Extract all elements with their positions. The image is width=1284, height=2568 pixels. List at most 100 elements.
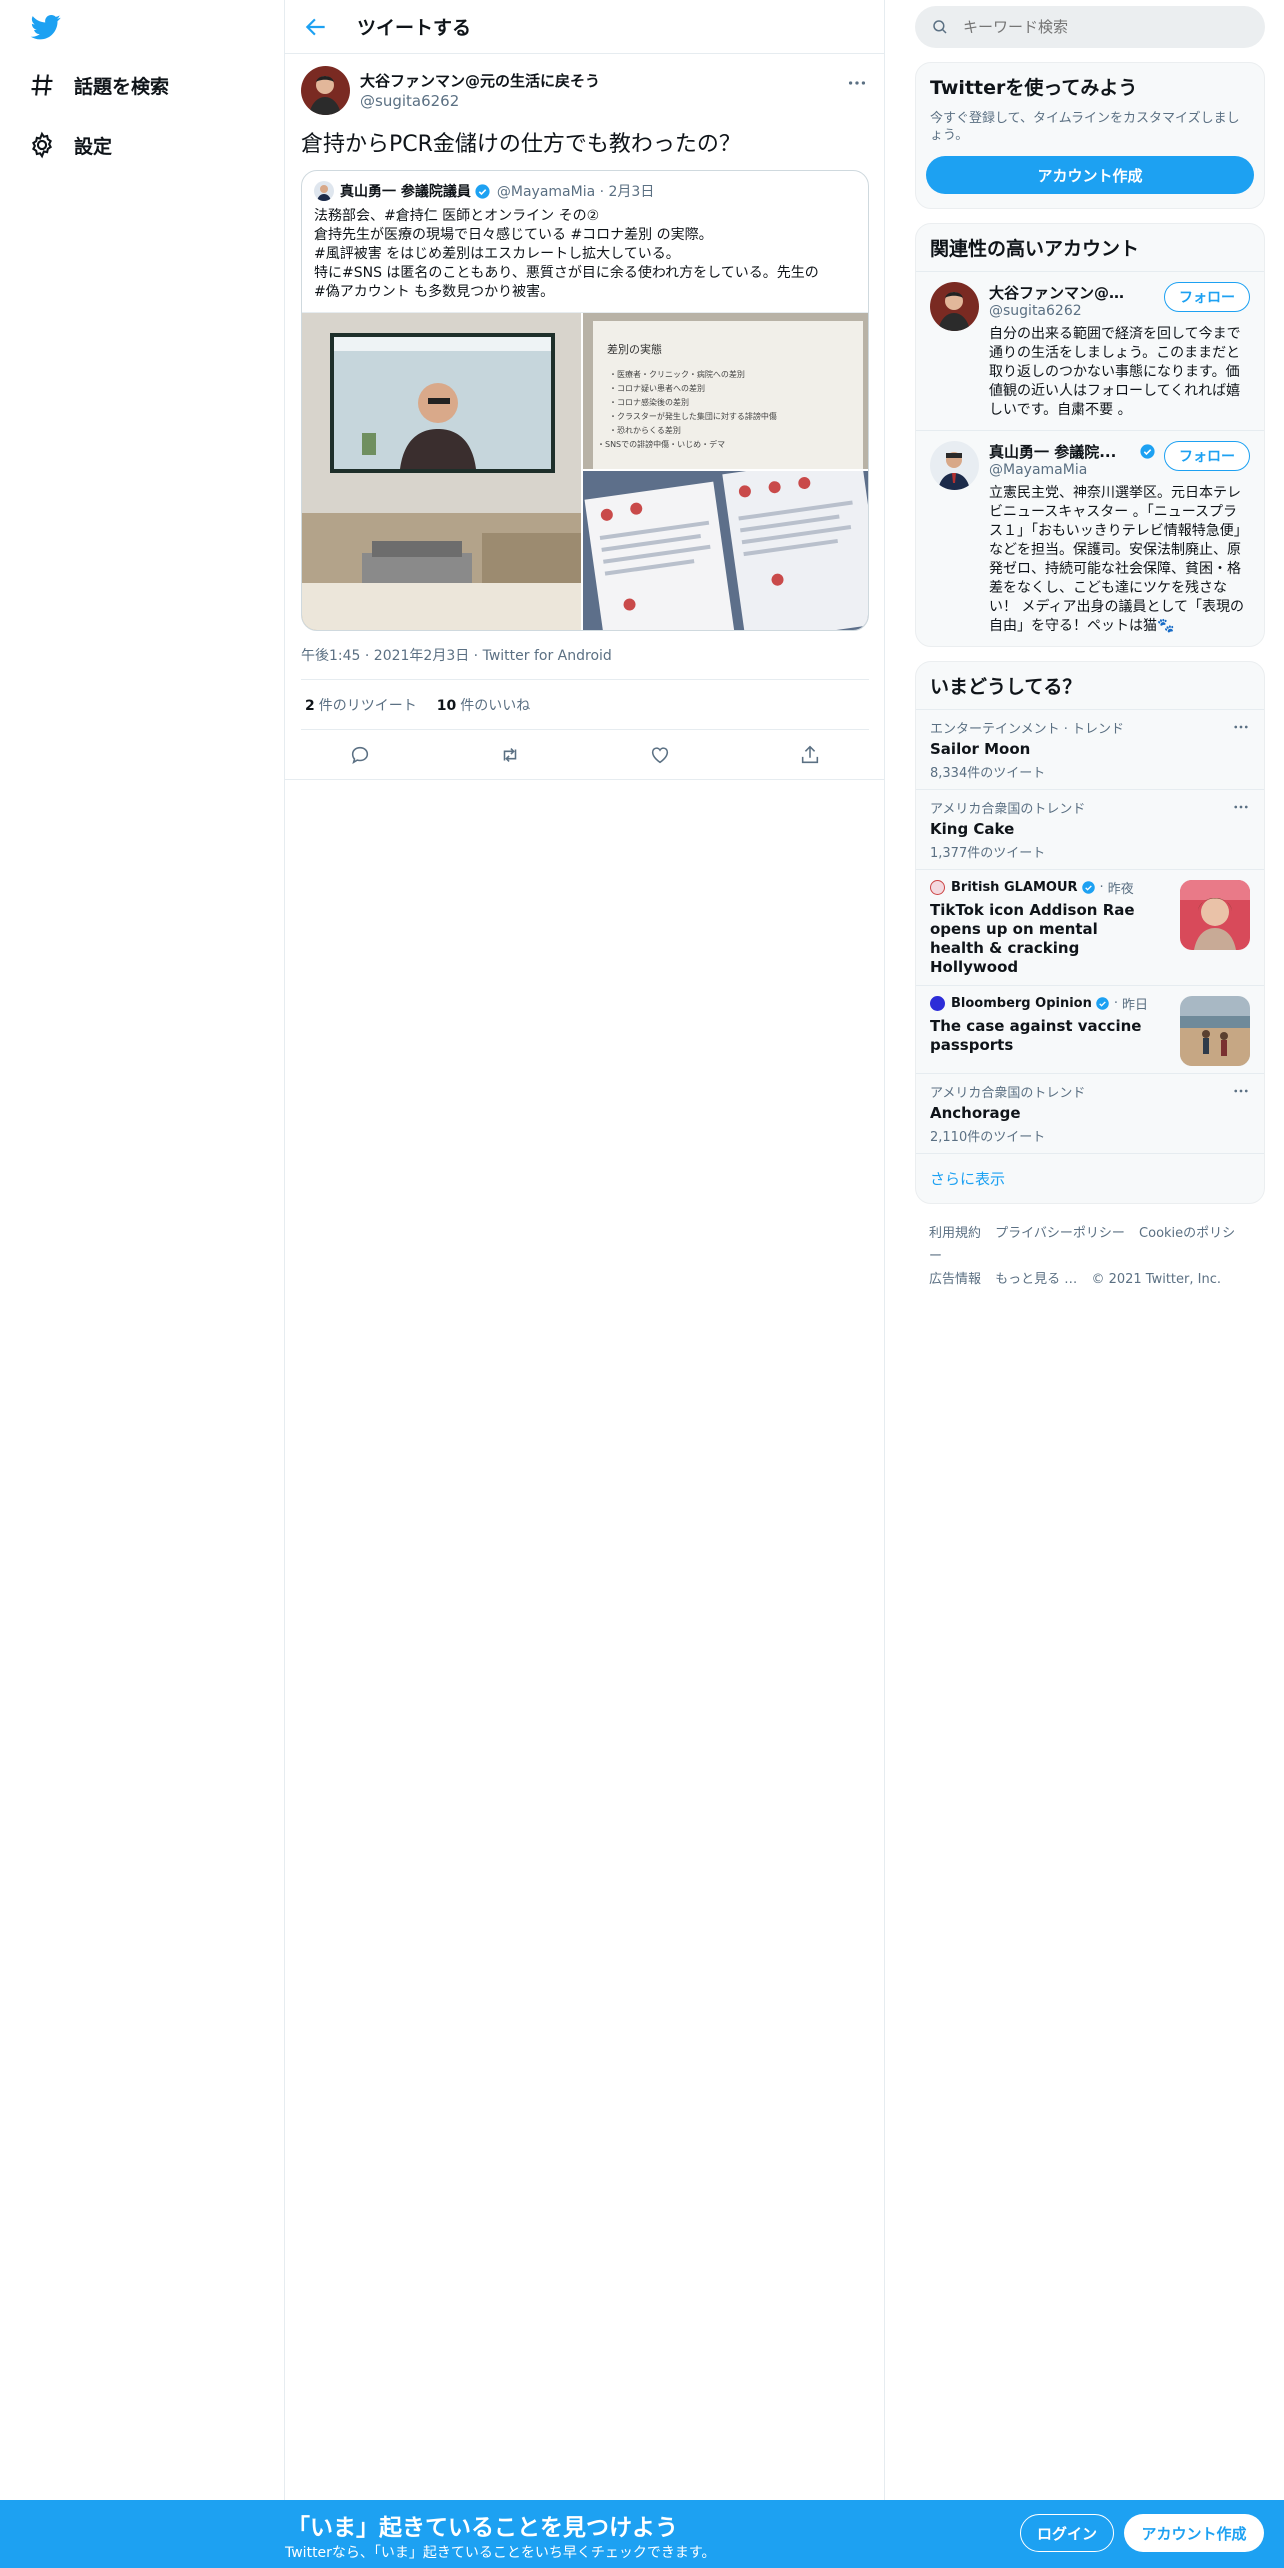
news-source: Bloomberg Opinion [951, 996, 1092, 1011]
quote-avatar [314, 181, 334, 201]
footer-link[interactable]: プライバシーポリシー [995, 1226, 1125, 1241]
back-arrow-icon[interactable] [303, 14, 329, 40]
search-box[interactable] [915, 6, 1265, 48]
bottom-bar-title: 「いま」起きていることを見つけよう [287, 2515, 678, 2541]
search-icon [933, 20, 947, 34]
trend-name: King Cake [930, 820, 1015, 838]
tweet-text: 倉持からPCR金儲けの仕方でも教わったの？ [301, 132, 741, 157]
verified-badge-icon [1140, 444, 1155, 459]
twitter-bird-icon[interactable] [28, 12, 64, 42]
slide-line: ・コロナ感染後の差別 [609, 397, 689, 407]
more-options-icon[interactable] [1232, 718, 1250, 736]
suggested-name[interactable]: 真山勇一 参議院... [989, 441, 1139, 462]
news-item[interactable]: British GLAMOUR · 昨夜 TikTok icon Addison… [916, 869, 1264, 985]
page-header: ツイートする [285, 0, 884, 54]
nav-explore-label: 話題を検索 [74, 75, 170, 98]
suggested-name[interactable]: 大谷ファンマン@元... [989, 282, 1139, 303]
media-photo-meeting[interactable] [302, 313, 583, 630]
suggested-account[interactable]: 真山勇一 参議院... @MayamaMia 立憲民主党、神奈川選挙区。元日本テ… [916, 430, 1264, 646]
follow-button[interactable]: フォロー [1164, 441, 1250, 471]
news-thumbnail [1180, 880, 1250, 950]
signup-card: Twitterを使ってみよう 今すぐ登録して、タイムラインをカスタマイズしましょ… [915, 62, 1265, 209]
quote-body: 法務部会、#倉持仁 医師とオンライン その② 倉持先生が医療の現場で日々感じてい… [314, 208, 819, 300]
tweet-actions [285, 730, 885, 780]
quote-author-name: 真山勇一 参議院議員 [340, 184, 471, 200]
verified-badge-icon [1081, 881, 1095, 894]
verified-badge-icon [1096, 997, 1109, 1010]
suggested-accounts-card: 関連性の高いアカウント 大谷ファンマン@元... @sugita6262 自分の… [915, 223, 1265, 647]
slide-line: ・クラスターが発生した集団に対する誹謗中傷 [609, 411, 777, 421]
trend-item[interactable]: アメリカ合衆国のトレンド Anchorage 2,110件のツイート [916, 1073, 1264, 1153]
trend-meta: エンターテインメント · トレンド [930, 722, 1125, 737]
main-column: ツイートする 大谷ファンマン@元の生活に戻そう @sugita6262 倉持から… [285, 0, 885, 2568]
media-photo-printouts[interactable] [583, 471, 868, 630]
nav-settings-label: 設定 [74, 135, 113, 158]
slide-line: ・医療者・クリニック・病院への差別 [609, 369, 745, 379]
trend-meta: アメリカ合衆国のトレンド [930, 1086, 1086, 1101]
right-sidebar: Twitterを使ってみよう 今すぐ登録して、タイムラインをカスタマイズしましょ… [915, 0, 1265, 1291]
search-input[interactable] [963, 18, 1233, 36]
avatar[interactable] [930, 282, 979, 331]
source-icon [930, 880, 945, 895]
more-options-icon[interactable] [1232, 1082, 1250, 1100]
create-account-button[interactable]: アカウント作成 [926, 156, 1254, 194]
news-item[interactable]: Bloomberg Opinion · 昨日 The case against … [916, 985, 1264, 1073]
tweet-timestamp[interactable]: 午後1:45 · 2021年2月3日 · Twitter for Android [301, 645, 869, 680]
suggested-bio: 自分の出来る範囲で経済を回して今まで通りの生活をしましょう。このままだと取り返し… [989, 326, 1241, 418]
nav-explore[interactable]: 話題を検索 [28, 65, 169, 105]
news-time: 昨日 [1122, 998, 1149, 1013]
trends-title: いまどうしてる？ [930, 676, 1082, 698]
tweet: 大谷ファンマン@元の生活に戻そう @sugita6262 倉持からPCR金儲けの… [285, 54, 885, 780]
retweet-icon[interactable] [499, 744, 521, 766]
like-label: 件のいいね [460, 697, 531, 714]
retweet-label: 件のリツイート [318, 697, 417, 714]
nav-settings[interactable]: 設定 [28, 125, 112, 165]
login-button[interactable]: ログイン [1020, 2514, 1114, 2552]
trend-item[interactable]: エンターテインメント · トレンド Sailor Moon 8,334件のツイー… [916, 709, 1264, 789]
like-count: 10 [436, 697, 457, 714]
trend-count: 1,377件のツイート [930, 846, 1046, 861]
media-photo-slide[interactable]: 差別の実態 ・医療者・クリニック・病院への差別 ・コロナ疑い患者への差別 ・コロ… [583, 313, 868, 471]
like-heart-icon[interactable] [649, 744, 671, 766]
author-name[interactable]: 大谷ファンマン@元の生活に戻そう [360, 70, 600, 91]
bottom-bar-subtitle: Twitterなら、「いま」起きていることをいち早くチェックできます。 [285, 2545, 716, 2561]
show-more-link[interactable]: さらに表示 [916, 1153, 1264, 1203]
footer-links: 利用規約 プライバシーポリシー Cookieのポリシー 広告情報 もっと見る …… [915, 1222, 1265, 1291]
avatar[interactable] [301, 65, 350, 115]
news-thumbnail [1180, 996, 1250, 1066]
tweet-stats: 2 件のリツイート 10 件のいいね [301, 680, 869, 730]
avatar[interactable] [930, 441, 979, 490]
share-icon[interactable] [799, 744, 821, 766]
retweet-stat[interactable]: 2 件のリツイート [305, 695, 417, 715]
footer-link[interactable]: 広告情報 [929, 1272, 981, 1287]
footer-link[interactable]: 利用規約 [929, 1226, 981, 1241]
tweet-author[interactable]: 大谷ファンマン@元の生活に戻そう @sugita6262 [301, 64, 868, 116]
copyright: © 2021 Twitter, Inc. [1091, 1272, 1221, 1287]
trend-item[interactable]: アメリカ合衆国のトレンド King Cake 1,377件のツイート [916, 789, 1264, 869]
trend-name: Anchorage [930, 1104, 1021, 1122]
footer-link[interactable]: もっと見る … [995, 1272, 1077, 1287]
left-sidebar: 話題を検索 設定 [0, 0, 285, 2568]
reply-icon[interactable] [349, 744, 371, 766]
like-stat[interactable]: 10 件のいいね [437, 695, 530, 715]
more-options-icon[interactable] [1232, 798, 1250, 816]
quoted-tweet[interactable]: 真山勇一 参議院議員 @MayamaMia · 2月3日 法務部会、#倉持仁 医… [301, 170, 869, 631]
news-source: British GLAMOUR [951, 880, 1078, 895]
slide-line: ・恐れからくる差別 [609, 425, 681, 435]
hashtag-icon [31, 74, 53, 96]
suggested-title: 関連性の高いアカウント [930, 238, 1140, 260]
trend-count: 8,334件のツイート [930, 766, 1046, 781]
page-title: ツイートする [357, 17, 472, 39]
trend-name: Sailor Moon [930, 740, 1031, 758]
news-title: TikTok icon Addison Rae opens up on ment… [930, 901, 1135, 976]
signup-button[interactable]: アカウント作成 [1124, 2514, 1264, 2552]
more-options-icon[interactable] [846, 72, 868, 94]
trends-card: いまどうしてる？ エンターテインメント · トレンド Sailor Moon 8… [915, 661, 1265, 1204]
slide-line: ・SNSでの誹謗中傷・いじめ・デマ [597, 439, 725, 449]
suggested-account[interactable]: 大谷ファンマン@元... @sugita6262 自分の出来る範囲で経済を回して… [916, 271, 1264, 430]
author-handle[interactable]: @sugita6262 [360, 92, 600, 110]
news-title: The case against vaccine passports [930, 1017, 1142, 1054]
signup-title: Twitterを使ってみよう [930, 77, 1138, 99]
follow-button[interactable]: フォロー [1164, 282, 1250, 312]
retweet-count: 2 [305, 697, 315, 714]
